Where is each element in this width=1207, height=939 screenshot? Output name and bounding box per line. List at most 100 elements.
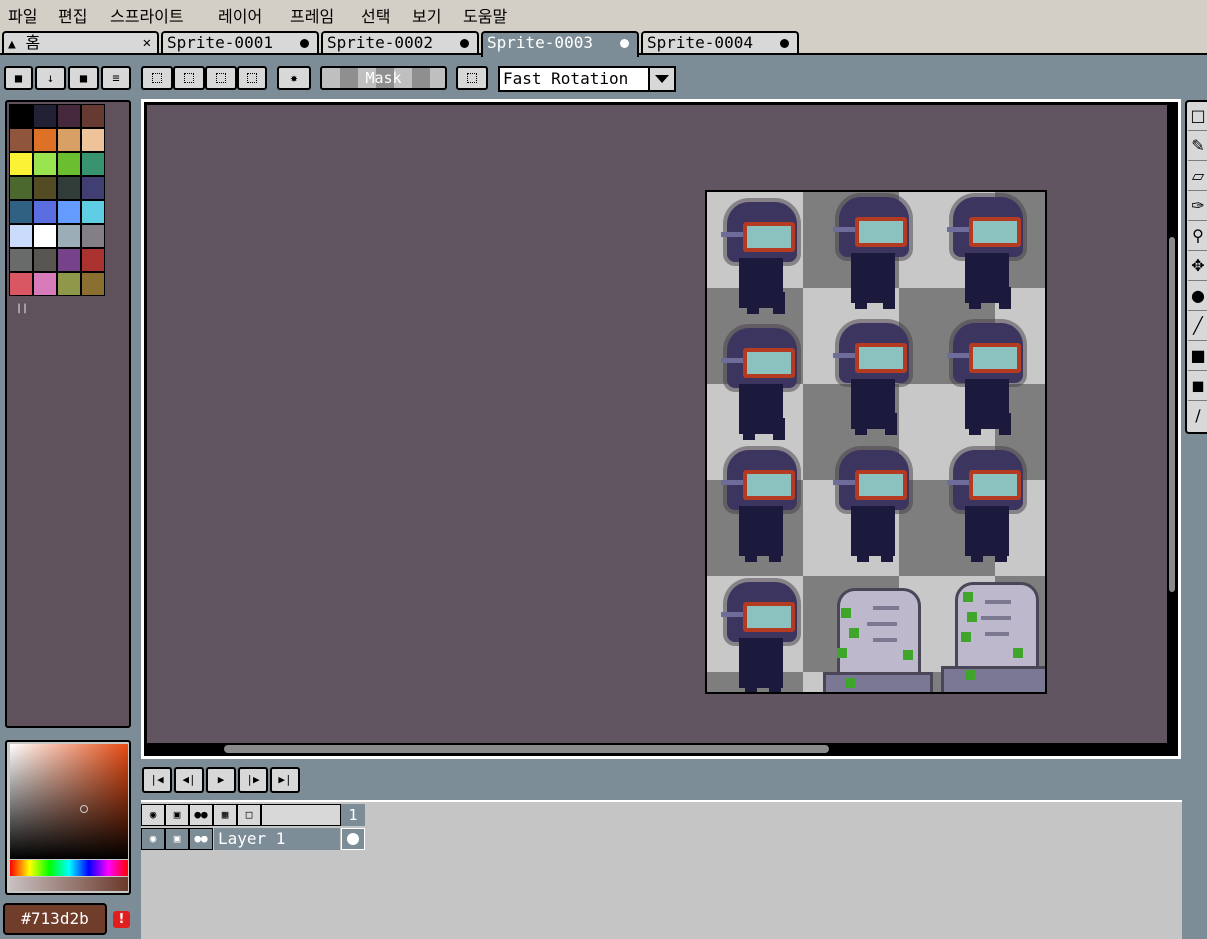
continuous-icon[interactable]: ●●: [189, 804, 213, 826]
layer-continuous-icon[interactable]: ●●: [189, 828, 213, 850]
palette-swatch[interactable]: [33, 104, 57, 128]
last-frame-button[interactable]: ▶|: [270, 767, 300, 793]
saturation-value-area[interactable]: [10, 744, 128, 859]
chevron-down-icon[interactable]: [648, 68, 674, 90]
eye-icon[interactable]: ◉: [141, 804, 165, 826]
palette-swatch[interactable]: [9, 224, 33, 248]
menu-edit[interactable]: 편집: [58, 3, 87, 27]
vertical-scrollbar[interactable]: [1169, 237, 1175, 592]
tab-home[interactable]: ▲ 홈 ✕: [2, 31, 159, 55]
palette-swatch[interactable]: [33, 224, 57, 248]
tab-sprite-0002[interactable]: Sprite-0002: [321, 31, 479, 55]
palette-swatch[interactable]: [33, 248, 57, 272]
layer-lock-icon[interactable]: ▣: [165, 828, 189, 850]
close-icon[interactable]: ✕: [143, 33, 151, 53]
zoom-tool-icon[interactable]: ⚲: [1188, 222, 1207, 251]
onion-skin-icon[interactable]: ▦: [213, 804, 237, 826]
menu-layer[interactable]: 레이어: [218, 3, 262, 27]
palette-swatch[interactable]: [9, 272, 33, 296]
alpha-slider[interactable]: [10, 877, 128, 891]
palette-swatch[interactable]: [9, 176, 33, 200]
canvas-workspace[interactable]: [147, 105, 1167, 743]
palette-swatch[interactable]: [33, 152, 57, 176]
palette-swatch[interactable]: [81, 272, 105, 296]
menu-help[interactable]: 도움말: [463, 3, 507, 27]
warning-icon[interactable]: !: [113, 911, 130, 928]
palette-swatch[interactable]: [57, 272, 81, 296]
blur-tool-icon[interactable]: ∕: [1188, 402, 1207, 430]
palette-swatch[interactable]: [9, 104, 33, 128]
eyedropper-tool-icon[interactable]: ✑: [1188, 192, 1207, 221]
palette-swatch[interactable]: [81, 200, 105, 224]
lock-alpha-button[interactable]: ■: [4, 66, 33, 90]
tab-sprite-0001[interactable]: Sprite-0001: [161, 31, 319, 55]
palette-swatch[interactable]: [81, 128, 105, 152]
unsaved-dot-icon[interactable]: [780, 39, 789, 48]
pencil-tool-icon[interactable]: ✎: [1188, 132, 1207, 161]
palette-swatch[interactable]: [57, 152, 81, 176]
first-frame-button[interactable]: |◀: [142, 767, 172, 793]
menu-sprite[interactable]: 스프라이트: [110, 3, 184, 27]
rotation-algorithm-select[interactable]: Fast Rotation: [498, 66, 676, 92]
marquee-tool-icon[interactable]: □: [1188, 102, 1207, 131]
palette-swatch[interactable]: [9, 200, 33, 224]
palette-swatch[interactable]: [57, 248, 81, 272]
selection-add-button[interactable]: [173, 66, 205, 90]
transparent-color-button[interactable]: [456, 66, 488, 90]
palette-swatch[interactable]: [33, 128, 57, 152]
palette-swatch[interactable]: [81, 224, 105, 248]
layer-name[interactable]: Layer 1: [214, 828, 340, 850]
menu-select[interactable]: 선택: [361, 3, 390, 27]
mask-color-button[interactable]: Mask: [320, 66, 447, 90]
color-cursor[interactable]: [80, 805, 88, 813]
palette-swatch[interactable]: [81, 248, 105, 272]
rectangle-tool-icon[interactable]: ■: [1188, 342, 1207, 371]
palette-swatch[interactable]: [57, 200, 81, 224]
tab-sprite-0003[interactable]: Sprite-0003: [481, 31, 639, 57]
frame-number[interactable]: 1: [341, 804, 365, 826]
palette-swatch[interactable]: [33, 272, 57, 296]
palette-swatch[interactable]: [9, 152, 33, 176]
sprite-canvas[interactable]: [705, 190, 1047, 694]
selection-replace-button[interactable]: [141, 66, 173, 90]
palette-swatch[interactable]: [57, 176, 81, 200]
menu-file[interactable]: 파일: [8, 3, 37, 27]
palette-swatch[interactable]: [57, 224, 81, 248]
color-hex-button[interactable]: #713d2b: [3, 903, 107, 935]
paint-bucket-tool-icon[interactable]: ●: [1188, 282, 1207, 311]
palette-swatch[interactable]: [57, 104, 81, 128]
selection-intersect-button[interactable]: [237, 66, 267, 90]
palette-sort-button[interactable]: ↓: [35, 66, 66, 90]
palette-save-button[interactable]: ■: [68, 66, 99, 90]
palette-swatch[interactable]: [81, 152, 105, 176]
move-tool-icon[interactable]: ✥: [1188, 252, 1207, 281]
hue-slider[interactable]: [10, 860, 128, 876]
palette-resize-handle[interactable]: ||: [16, 303, 28, 314]
palette-swatch[interactable]: [9, 128, 33, 152]
palette-options-button[interactable]: ≡: [101, 66, 131, 90]
menu-view[interactable]: 보기: [412, 3, 441, 27]
contour-tool-icon[interactable]: ◼: [1188, 372, 1207, 401]
horizontal-scrollbar[interactable]: [224, 745, 829, 753]
selection-subtract-button[interactable]: [205, 66, 237, 90]
pivot-button[interactable]: ✸: [277, 66, 311, 90]
tab-sprite-0004[interactable]: Sprite-0004: [641, 31, 799, 55]
lock-icon[interactable]: ▣: [165, 804, 189, 826]
play-button[interactable]: ▶: [206, 767, 236, 793]
palette-swatch[interactable]: [33, 176, 57, 200]
layer-options-icon[interactable]: □: [237, 804, 261, 826]
line-tool-icon[interactable]: ╱: [1188, 312, 1207, 341]
unsaved-dot-icon[interactable]: [460, 39, 469, 48]
palette-swatch[interactable]: [9, 248, 33, 272]
unsaved-dot-icon[interactable]: [620, 39, 629, 48]
next-frame-button[interactable]: |▶: [238, 767, 268, 793]
unsaved-dot-icon[interactable]: [300, 39, 309, 48]
palette-swatch[interactable]: [33, 200, 57, 224]
sprite-editor[interactable]: [141, 99, 1181, 759]
palette-swatch[interactable]: [81, 176, 105, 200]
eraser-tool-icon[interactable]: ▱: [1188, 162, 1207, 191]
palette-swatch[interactable]: [57, 128, 81, 152]
previous-frame-button[interactable]: ◀|: [174, 767, 204, 793]
cel-icon[interactable]: [341, 828, 365, 850]
layer-visibility-icon[interactable]: ◉: [141, 828, 165, 850]
